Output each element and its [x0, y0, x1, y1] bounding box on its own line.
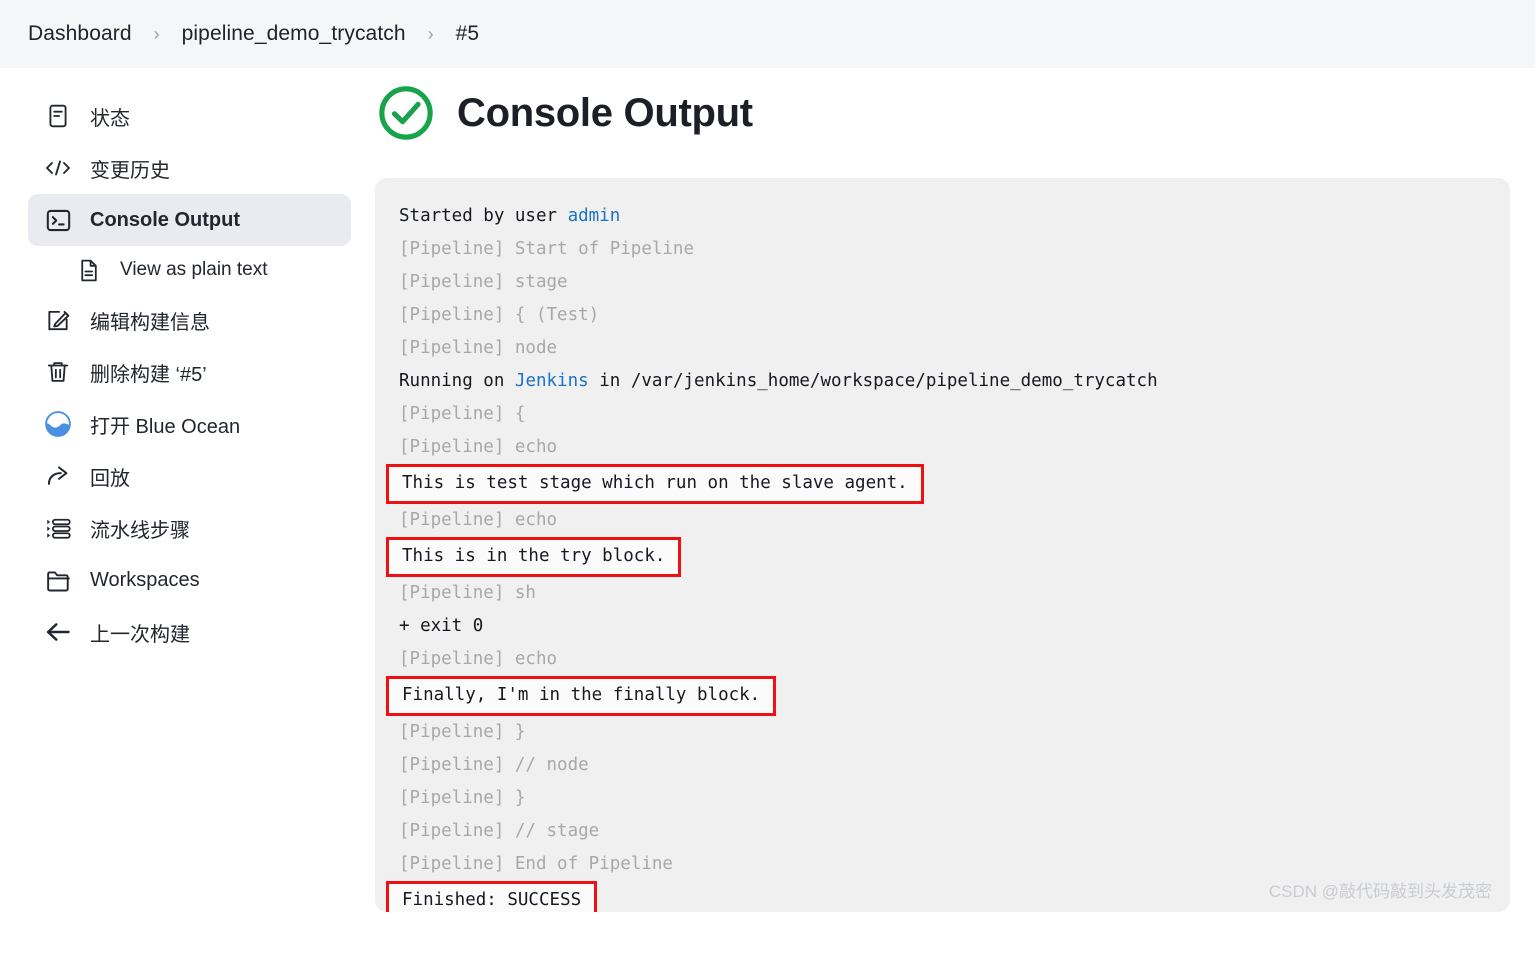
- console-log-row: Started by user admin: [399, 200, 1484, 233]
- sidebar-item-label: 流水线步骤: [90, 519, 190, 542]
- console-log-row: [Pipeline] }: [399, 716, 1484, 749]
- sidebar-item-replay[interactable]: 回放: [28, 450, 351, 502]
- console-output-panel[interactable]: Started by user admin [Pipeline] Start of…: [375, 178, 1510, 912]
- console-log-line: [Pipeline] echo: [399, 437, 558, 457]
- sidebar-item-label: 回放: [90, 467, 130, 490]
- sidebar-item-view-as-plain-text[interactable]: View as plain text: [58, 246, 351, 294]
- console-log-row: [Pipeline] echo: [399, 431, 1484, 464]
- console-log-line: [Pipeline] // stage: [399, 821, 600, 841]
- sidebar-item-edit-build-info[interactable]: 编辑构建信息: [28, 294, 351, 346]
- console-log-line: [Pipeline] node: [399, 338, 558, 358]
- console-log-row: [Pipeline] node: [399, 332, 1484, 365]
- pipeline-steps-icon: [44, 514, 72, 542]
- sidebar-item-label: 打开 Blue Ocean: [90, 415, 241, 438]
- console-log-text: Started by user: [399, 206, 568, 226]
- sidebar-item-delete-build[interactable]: 删除构建 ‘#5’: [28, 346, 351, 398]
- sidebar-item-label: 变更历史: [90, 159, 170, 182]
- console-log-line: [Pipeline] echo: [399, 649, 558, 669]
- console-log-row: [Pipeline] Start of Pipeline: [399, 233, 1484, 266]
- console-log-line: + exit 0: [399, 616, 484, 636]
- console-log-row: Running on Jenkins in /var/jenkins_home/…: [399, 365, 1484, 398]
- console-log-line: [Pipeline] Start of Pipeline: [399, 239, 695, 259]
- sidebar-item-pipeline-steps[interactable]: 流水线步骤: [28, 502, 351, 554]
- sidebar-item-label: 状态: [90, 107, 130, 130]
- console-log-row: [Pipeline] // node: [399, 749, 1484, 782]
- plain-text-file-icon: [74, 256, 102, 284]
- console-log-line: [Pipeline] echo: [399, 510, 558, 530]
- page-header: Console Output: [375, 84, 1510, 142]
- console-log-line: Started by user admin: [399, 200, 1484, 233]
- console-log-line: [Pipeline] {: [399, 404, 526, 424]
- breadcrumb: Dashboard › pipeline_demo_trycatch › #5: [0, 0, 1535, 68]
- replay-arrow-icon: [44, 462, 72, 490]
- console-log-row: [Pipeline] { (Test): [399, 299, 1484, 332]
- console-log-line: Running on Jenkins in /var/jenkins_home/…: [399, 365, 1484, 398]
- success-check-circle-icon: [377, 84, 435, 142]
- sidebar-item-label: 编辑构建信息: [90, 311, 210, 334]
- sidebar-item-previous-build[interactable]: 上一次构建: [28, 606, 351, 658]
- page-body: 状态 变更历史 Console Output View as plain tex…: [0, 68, 1535, 968]
- breadcrumb-item-build[interactable]: #5: [456, 22, 480, 46]
- console-log-row: + exit 0: [399, 610, 1484, 643]
- breadcrumb-item-dashboard[interactable]: Dashboard: [28, 22, 132, 46]
- console-log-line-highlighted: This is test stage which run on the slav…: [386, 464, 924, 504]
- console-log-line-highlighted: This is in the try block.: [386, 537, 682, 577]
- console-log-line: [Pipeline] { (Test): [399, 305, 600, 325]
- console-log-line: [Pipeline] }: [399, 722, 526, 742]
- sidebar-item-label: Workspaces: [90, 568, 200, 591]
- console-log-text: Running on: [399, 371, 515, 391]
- csdn-watermark: CSDN @敲代码敲到头发茂密: [1268, 882, 1492, 901]
- sidebar-item-open-blue-ocean[interactable]: 打开 Blue Ocean: [28, 398, 351, 450]
- console-log-row: [Pipeline] stage: [399, 266, 1484, 299]
- sidebar-item-workspaces[interactable]: Workspaces: [28, 554, 351, 606]
- sidebar-item-label: 上一次构建: [90, 623, 190, 646]
- console-log-line-highlighted: Finally, I'm in the finally block.: [386, 676, 777, 716]
- sidebar-item-label: Console Output: [90, 208, 240, 231]
- folder-icon: [44, 566, 72, 594]
- trash-icon: [44, 358, 72, 386]
- console-log-row: [Pipeline] }: [399, 782, 1484, 815]
- console-log-link[interactable]: Jenkins: [515, 371, 589, 391]
- console-log: Started by user admin [Pipeline] Start of…: [386, 200, 1484, 912]
- console-log-row: This is test stage which run on the slav…: [386, 464, 1484, 504]
- sidebar-item-label: 删除构建 ‘#5’: [90, 363, 207, 386]
- console-log-line-highlighted: Finished: SUCCESS: [386, 881, 598, 912]
- sidebar-item-status[interactable]: 状态: [28, 90, 351, 142]
- back-arrow-icon: [44, 618, 72, 646]
- terminal-icon: [44, 206, 72, 234]
- console-log-line: [Pipeline] // node: [399, 755, 589, 775]
- sidebar: 状态 变更历史 Console Output View as plain tex…: [0, 68, 375, 968]
- console-log-text: in /var/jenkins_home/workspace/pipeline_…: [588, 371, 1158, 391]
- console-log-line: [Pipeline] stage: [399, 272, 568, 292]
- status-document-icon: [44, 102, 72, 130]
- console-log-row: [Pipeline] {: [399, 398, 1484, 431]
- console-log-row: This is in the try block.: [386, 537, 1484, 577]
- main-content: Console Output Started by user admin [Pip…: [375, 68, 1535, 968]
- console-log-row: Finally, I'm in the finally block.: [386, 676, 1484, 716]
- console-log-row: [Pipeline] // stage: [399, 815, 1484, 848]
- breadcrumb-separator-icon: ›: [153, 23, 160, 44]
- console-log-line: [Pipeline] }: [399, 788, 526, 808]
- breadcrumb-separator-icon: ›: [427, 23, 434, 44]
- sidebar-item-change-history[interactable]: 变更历史: [28, 142, 351, 194]
- blue-ocean-icon: [44, 410, 72, 438]
- code-brackets-icon: [44, 154, 72, 182]
- sidebar-item-console-output[interactable]: Console Output: [28, 194, 351, 246]
- edit-pencil-icon: [44, 306, 72, 334]
- console-log-link[interactable]: admin: [568, 206, 621, 226]
- page-title: Console Output: [457, 90, 753, 135]
- console-log-row: [Pipeline] sh: [399, 577, 1484, 610]
- breadcrumb-item-job[interactable]: pipeline_demo_trycatch: [182, 22, 406, 46]
- console-log-row: [Pipeline] echo: [399, 504, 1484, 537]
- console-log-row: [Pipeline] echo: [399, 643, 1484, 676]
- console-log-line: [Pipeline] sh: [399, 583, 536, 603]
- sidebar-item-label: View as plain text: [120, 259, 268, 280]
